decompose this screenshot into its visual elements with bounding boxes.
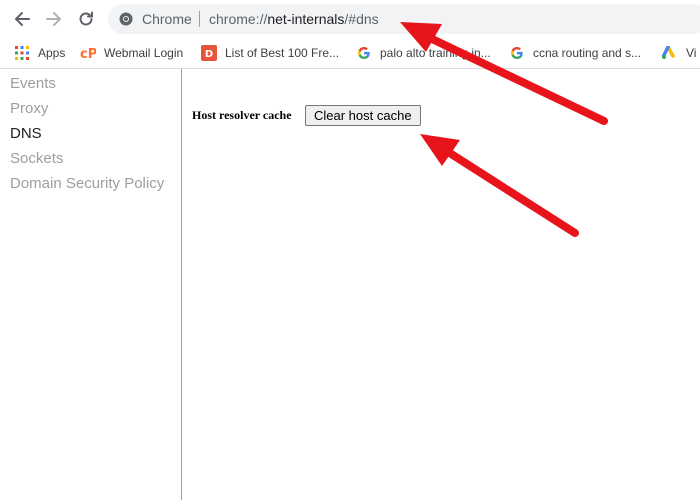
google-icon [509, 45, 525, 61]
sidebar-item-proxy[interactable]: Proxy [10, 99, 48, 119]
sidebar-item-domain-security-policy[interactable]: Domain Security Policy [10, 174, 164, 194]
url-path: /#dns [344, 11, 379, 27]
dns-panel: Host resolver cache Clear host cache [182, 69, 700, 500]
reload-icon[interactable] [73, 7, 99, 31]
d-favicon-icon: D [201, 45, 217, 61]
bookmark-ccna-routing[interactable]: ccna routing and s... [509, 43, 641, 63]
host-resolver-cache-label: Host resolver cache [192, 108, 292, 122]
sidebar-item-events[interactable]: Events [10, 74, 56, 94]
sidebar-item-dns[interactable]: DNS [10, 124, 42, 144]
url-scheme: chrome:// [209, 11, 268, 27]
net-internals-sidebar: Events Proxy DNS Sockets Domain Security… [0, 69, 182, 500]
bookmark-label: ccna routing and s... [533, 46, 642, 60]
sidebar-item-sockets[interactable]: Sockets [10, 149, 63, 169]
apps-grid-icon [14, 45, 30, 61]
svg-text:D: D [205, 49, 213, 60]
url-text[interactable]: chrome://net-internals/#dns [209, 10, 379, 28]
cpanel-icon: cP [80, 45, 96, 61]
svg-text:cP: cP [80, 47, 96, 60]
bookmark-list-best-100[interactable]: D List of Best 100 Fre... [201, 43, 339, 63]
google-ads-icon [662, 45, 678, 61]
bookmark-label: palo alto training in... [380, 46, 491, 60]
browser-toolbar: Chrome chrome://net-internals/#dns [0, 0, 700, 38]
forward-arrow-icon[interactable] [41, 7, 67, 31]
bookmark-palo-alto[interactable]: palo alto training in... [356, 43, 491, 63]
address-bar[interactable]: Chrome chrome://net-internals/#dns [108, 4, 700, 34]
url-host: net-internals [267, 11, 345, 27]
back-arrow-icon[interactable] [9, 7, 35, 31]
google-icon [356, 45, 372, 61]
bookmarks-bar: Apps cP Webmail Login D List of Best 100… [0, 38, 700, 69]
chrome-logo-icon [119, 12, 133, 26]
omnibox-separator [199, 11, 200, 27]
clear-host-cache-button[interactable]: Clear host cache [305, 105, 421, 126]
bookmark-label: List of Best 100 Fre... [225, 46, 340, 60]
bookmark-label: Webmail Login [104, 46, 184, 60]
bookmark-vi[interactable]: Vi [662, 43, 696, 63]
bookmark-label: Vi [686, 46, 697, 60]
bookmark-webmail-login[interactable]: cP Webmail Login [80, 43, 183, 63]
omnibox-chip-label: Chrome [142, 11, 192, 27]
bookmark-label: Apps [38, 46, 66, 60]
bookmark-apps[interactable]: Apps [14, 43, 65, 63]
